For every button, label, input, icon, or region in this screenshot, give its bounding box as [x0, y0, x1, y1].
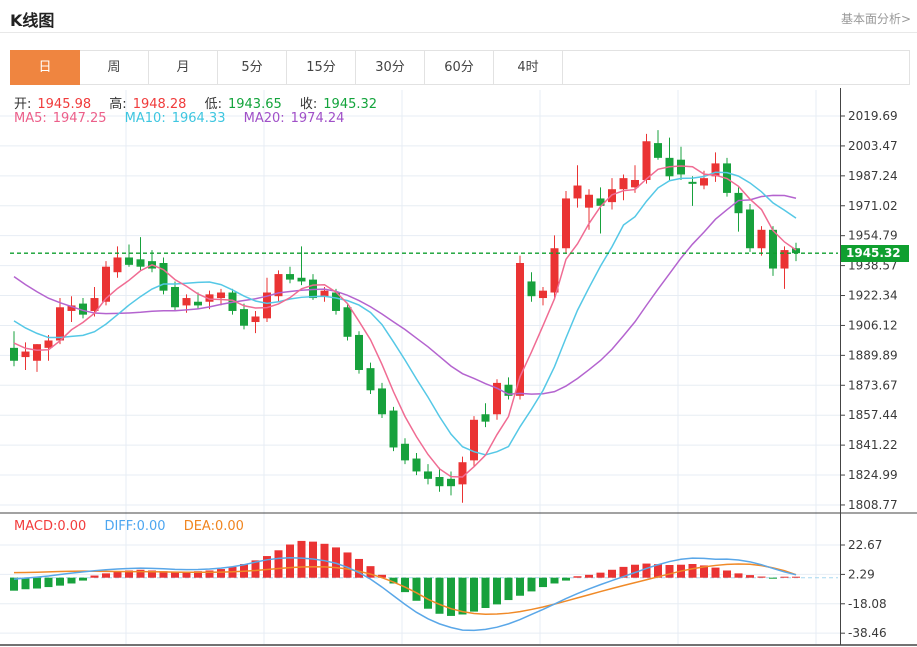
- price-axis-labels: 2019.692003.471987.241971.021954.791938.…: [840, 109, 898, 512]
- svg-text:2019.69: 2019.69: [848, 109, 898, 123]
- low-label: 低:: [204, 97, 222, 112]
- close-value: 1945.32: [323, 97, 378, 112]
- ma5-value: 1947.25: [52, 111, 107, 126]
- tab-week[interactable]: 周: [79, 50, 149, 85]
- tab-15min[interactable]: 15分: [286, 50, 356, 85]
- fundamental-analysis-link[interactable]: 基本面分析>: [841, 10, 911, 27]
- svg-text:1922.34: 1922.34: [848, 289, 898, 303]
- kline-widget: K线图 基本面分析> 日 周 月 5分 15分 30分 60分 4时 2019.…: [0, 0, 917, 647]
- high-label: 高:: [109, 97, 127, 112]
- svg-text:2.29: 2.29: [848, 567, 875, 581]
- svg-text:2003.47: 2003.47: [848, 139, 898, 153]
- ma5-line: [13, 165, 797, 478]
- ma5-label: MA5:: [14, 111, 47, 126]
- svg-text:1889.89: 1889.89: [848, 348, 898, 362]
- macd-value: MACD:0.00: [14, 519, 87, 534]
- tab-month[interactable]: 月: [148, 50, 218, 85]
- svg-text:1873.67: 1873.67: [848, 378, 898, 392]
- svg-text:1987.24: 1987.24: [848, 169, 898, 183]
- svg-text:1971.02: 1971.02: [848, 199, 898, 213]
- candles: [10, 130, 800, 503]
- header: K线图 基本面分析>: [0, 0, 917, 33]
- tab-5min[interactable]: 5分: [217, 50, 287, 85]
- svg-text:-18.08: -18.08: [848, 597, 887, 611]
- svg-text:-38.46: -38.46: [848, 626, 887, 640]
- ma10-value: 1964.33: [171, 111, 226, 126]
- chart-area[interactable]: 2019.69 2003.47 1987.24 1971.02 1954.79 1938.…: [0, 88, 917, 647]
- open-label: 开:: [14, 97, 32, 112]
- dea-value: DEA:0.00: [183, 519, 244, 534]
- ma10-label: MA10:: [124, 111, 166, 126]
- macd-axis-labels: 22.67 2.29 -18.08 -38.46: [840, 538, 887, 640]
- ma20-value: 1974.24: [290, 111, 345, 126]
- svg-text:1857.44: 1857.44: [848, 408, 898, 422]
- tab-day[interactable]: 日: [10, 50, 80, 85]
- ma20-line: [13, 194, 797, 396]
- ohlc-legend: 开: 1945.98 高: 1948.28 低: 1943.65 收: 1945.32: [14, 93, 383, 112]
- open-value: 1945.98: [37, 97, 92, 112]
- high-value: 1948.28: [132, 97, 187, 112]
- svg-text:22.67: 22.67: [848, 538, 882, 552]
- ma20-label: MA20:: [243, 111, 285, 126]
- tab-30min[interactable]: 30分: [355, 50, 425, 85]
- macd-legend: MACD:0.00 DIFF:0.00 DEA:0.00: [14, 519, 250, 534]
- close-label: 收:: [299, 97, 318, 112]
- tab-60min[interactable]: 60分: [424, 50, 494, 85]
- period-tabs: 日 周 月 5分 15分 30分 60分 4时: [10, 50, 910, 85]
- svg-text:1808.77: 1808.77: [848, 498, 898, 512]
- svg-text:1824.99: 1824.99: [848, 468, 898, 482]
- tab-bar-filler: [562, 50, 910, 85]
- diff-value: DIFF:0.00: [104, 519, 166, 534]
- tab-4hour[interactable]: 4时: [493, 50, 563, 85]
- kline-chart-canvas[interactable]: 2019.692003.471987.241971.021954.791938.…: [0, 88, 917, 647]
- current-price-tag: 1945.32: [841, 245, 909, 262]
- svg-text:1841.22: 1841.22: [848, 438, 898, 452]
- svg-text:1906.12: 1906.12: [848, 318, 898, 332]
- page-title: K线图: [10, 11, 55, 30]
- low-value: 1943.65: [227, 97, 282, 112]
- ma-legend: MA5: 1947.25 MA10: 1964.33 MA20: 1974.24: [14, 111, 350, 126]
- svg-text:1954.79: 1954.79: [848, 229, 898, 243]
